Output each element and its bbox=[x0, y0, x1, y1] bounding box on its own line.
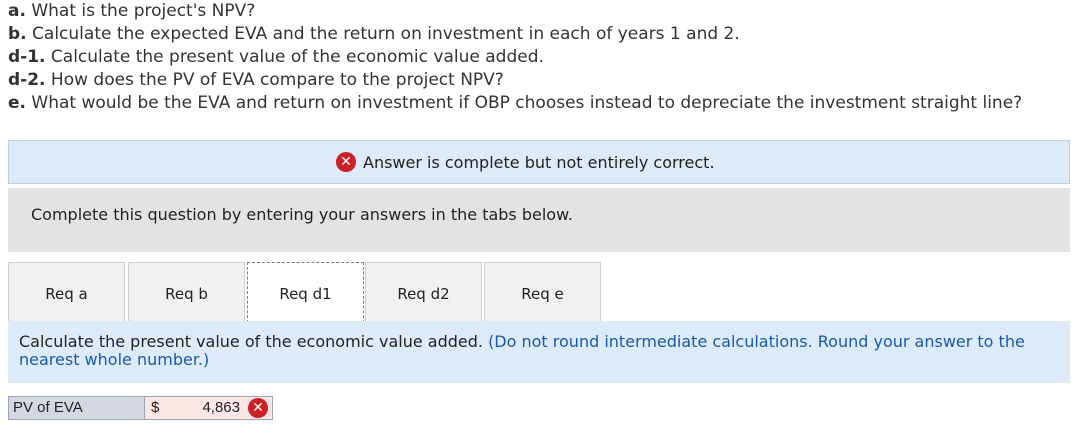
question-prefix: e. bbox=[8, 93, 26, 113]
x-circle-icon: ✕ bbox=[336, 152, 356, 172]
pv-of-eva-label: PV of EVA bbox=[8, 396, 145, 420]
question-e: e. What would be the EVA and return on i… bbox=[8, 92, 1022, 115]
tab-req-d2[interactable]: Req d2 bbox=[365, 262, 482, 321]
question-prefix: d-1. bbox=[8, 47, 46, 67]
prompt-text: Calculate the present value of the econo… bbox=[19, 332, 489, 351]
tab-req-d1[interactable]: Req d1 bbox=[247, 262, 364, 323]
question-list: a. What is the project's NPV? b. Calcula… bbox=[8, 0, 1022, 115]
instructions-text: Complete this question by entering your … bbox=[31, 205, 573, 224]
incorrect-x-icon: ✕ bbox=[248, 398, 268, 418]
panel-prompt: Calculate the present value of the econo… bbox=[19, 333, 1059, 369]
answer-value: 4,863 bbox=[202, 399, 240, 416]
question-text: What is the project's NPV? bbox=[25, 1, 256, 21]
question-text: How does the PV of EVA compare to the pr… bbox=[45, 70, 504, 90]
question-panel: Calculate the present value of the econo… bbox=[8, 321, 1070, 383]
answer-status-banner: ✕ Answer is complete but not entirely co… bbox=[8, 140, 1070, 184]
question-b: b. Calculate the expected EVA and the re… bbox=[8, 23, 1022, 46]
tab-req-e[interactable]: Req e bbox=[484, 262, 601, 321]
question-prefix: a. bbox=[8, 1, 26, 21]
question-text: Calculate the expected EVA and the retur… bbox=[26, 24, 740, 44]
question-text: What would be the EVA and return on inve… bbox=[26, 93, 1023, 113]
question-d1: d-1. Calculate the present value of the … bbox=[8, 46, 1022, 69]
banner-content: ✕ Answer is complete but not entirely co… bbox=[336, 152, 715, 172]
pv-of-eva-input[interactable]: $ 4,863 ✕ bbox=[145, 396, 273, 420]
answer-row: PV of EVA $ 4,863 ✕ bbox=[8, 396, 273, 420]
tab-req-b[interactable]: Req b bbox=[128, 262, 245, 321]
question-a: a. What is the project's NPV? bbox=[8, 0, 1022, 23]
instructions-box: Complete this question by entering your … bbox=[8, 188, 1070, 252]
tab-req-a[interactable]: Req a bbox=[8, 262, 125, 321]
currency-symbol: $ bbox=[151, 399, 160, 416]
question-d2: d-2. How does the PV of EVA compare to t… bbox=[8, 69, 1022, 92]
question-text: Calculate the present value of the econo… bbox=[45, 47, 544, 67]
question-prefix: b. bbox=[8, 24, 27, 44]
question-prefix: d-2. bbox=[8, 70, 46, 90]
banner-text: Answer is complete but not entirely corr… bbox=[363, 152, 715, 172]
